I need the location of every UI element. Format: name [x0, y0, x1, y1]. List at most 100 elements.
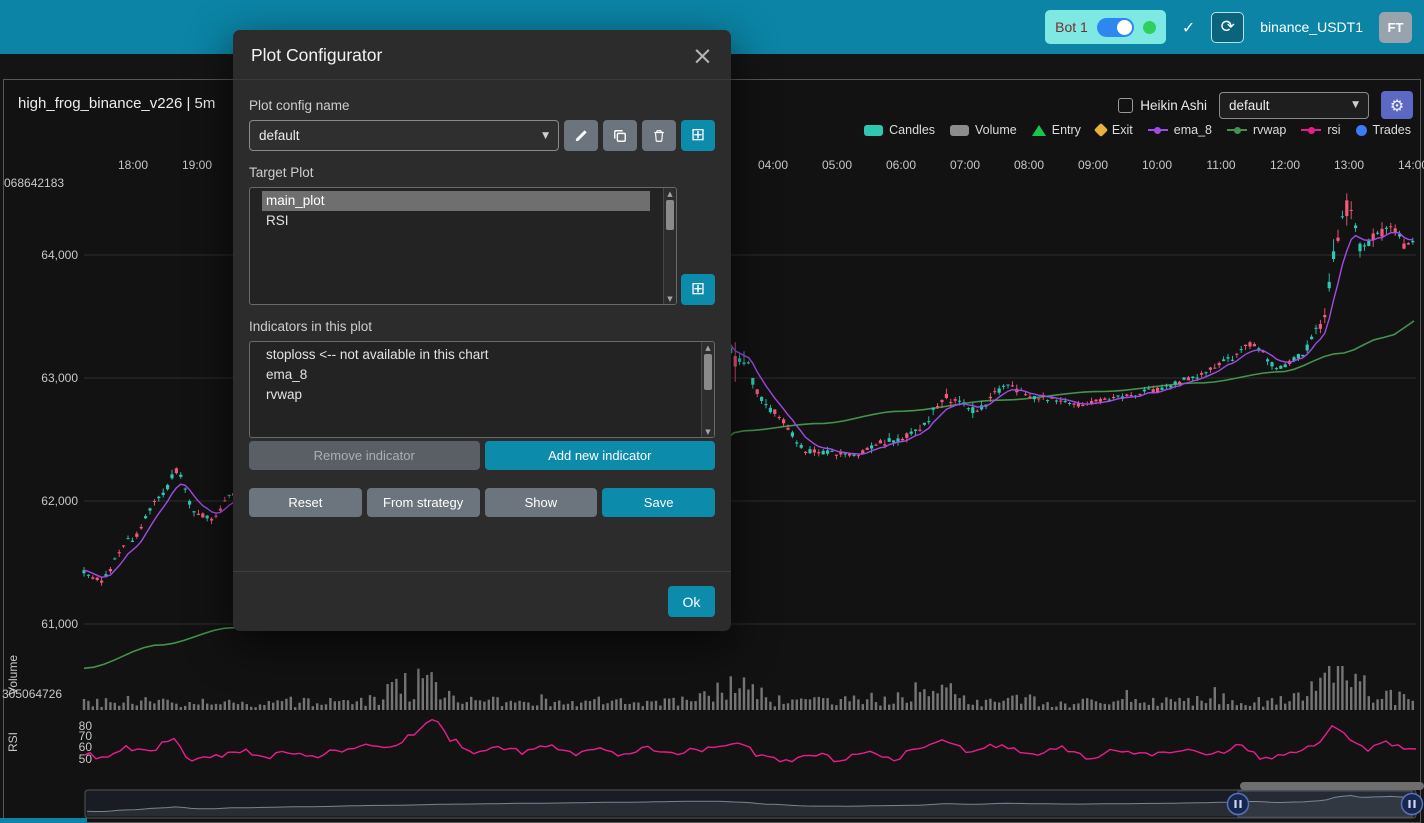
plot-settings-button[interactable]: ⚙ — [1381, 91, 1413, 119]
legend-circle-marker — [1356, 125, 1367, 136]
config-name-select[interactable]: default ▼ — [249, 120, 559, 151]
config-name-select-value: default — [259, 128, 300, 143]
dialog-header: Plot Configurator × — [233, 30, 731, 80]
bot-name: Bot 1 — [1055, 19, 1088, 35]
scrollbar-thumb[interactable] — [704, 354, 712, 390]
svg-text:05:00: 05:00 — [822, 158, 852, 172]
legend-rect-marker — [864, 125, 883, 136]
datazoom-right-handle[interactable] — [1401, 793, 1423, 815]
indicator-option[interactable]: stoploss <-- not available in this chart — [262, 345, 688, 365]
reload-button[interactable]: ⟳ — [1211, 12, 1244, 43]
legend-item-rvwap[interactable]: rvwap — [1227, 123, 1286, 137]
heikin-ashi-checkbox[interactable] — [1118, 98, 1133, 113]
target-plot-row: main_plotRSI ▲ ▼ ⊞ — [249, 187, 715, 305]
dialog-footer: Ok — [233, 571, 731, 631]
reload-icon: ⟳ — [1221, 17, 1235, 37]
svg-text:08:00: 08:00 — [1014, 158, 1044, 172]
rsi-line — [84, 720, 1416, 762]
bottom-accent-bar — [0, 818, 87, 823]
legend-triangle-marker — [1032, 125, 1046, 136]
legend-line-dot-marker — [1227, 125, 1247, 136]
legend-item-Candles[interactable]: Candles — [864, 123, 935, 137]
indicator-option[interactable]: rvwap — [262, 385, 688, 405]
svg-text:13:00: 13:00 — [1334, 158, 1364, 172]
legend-item-Trades[interactable]: Trades — [1356, 123, 1411, 137]
legend-item-Entry[interactable]: Entry — [1032, 123, 1081, 137]
legend-line-dot-marker — [1301, 125, 1321, 136]
add-plot-button[interactable]: ⊞ — [681, 274, 715, 305]
listbox-scrollbar[interactable]: ▲ ▼ — [663, 188, 676, 304]
close-icon[interactable]: × — [692, 46, 713, 66]
svg-text:RSI: RSI — [6, 732, 20, 752]
svg-text:09:00: 09:00 — [1078, 158, 1108, 172]
reset-button[interactable]: Reset — [249, 488, 362, 517]
plus-square-icon: ⊞ — [691, 127, 705, 144]
remove-indicator-button[interactable]: Remove indicator — [249, 441, 480, 470]
dialog-title: Plot Configurator — [251, 45, 382, 66]
legend-label: Trades — [1373, 123, 1411, 137]
legend-label: rvwap — [1253, 123, 1286, 137]
svg-text:18:00: 18:00 — [118, 158, 148, 172]
legend-item-ema_8[interactable]: ema_8 — [1148, 123, 1212, 137]
heikin-ashi-toggle[interactable]: Heikin Ashi — [1118, 98, 1207, 113]
gear-icon: ⚙ — [1390, 96, 1404, 115]
ok-button[interactable]: Ok — [668, 586, 715, 617]
scrollbar-thumb[interactable] — [666, 200, 674, 230]
legend-item-Exit[interactable]: Exit — [1096, 123, 1133, 137]
show-button[interactable]: Show — [485, 488, 598, 517]
heikin-ashi-label: Heikin Ashi — [1140, 98, 1207, 113]
plot-config-select-value: default — [1229, 98, 1270, 113]
listbox-scrollbar[interactable]: ▲ ▼ — [701, 342, 714, 437]
volume-series — [83, 666, 1414, 710]
legend-item-Volume[interactable]: Volume — [950, 123, 1017, 137]
plot-config-select[interactable]: default ▼ — [1219, 92, 1369, 119]
svg-text:06:00: 06:00 — [886, 158, 916, 172]
svg-text:14:00: 14:00 — [1398, 158, 1424, 172]
chart-legend: Candles Volume Entry Exit ema_8 rvwap rsi Trade… — [864, 123, 1411, 137]
indicators-listbox[interactable]: stoploss <-- not available in this chart… — [249, 341, 715, 438]
svg-text:Volume: Volume — [6, 655, 20, 695]
scroll-up-icon[interactable]: ▲ — [667, 188, 672, 199]
trash-icon — [652, 129, 666, 143]
legend-rect-marker — [950, 125, 969, 136]
legend-item-rsi[interactable]: rsi — [1301, 123, 1340, 137]
datazoom-slider[interactable] — [85, 790, 1416, 818]
target-plot-option[interactable]: main_plot — [262, 191, 650, 211]
legend-label: Candles — [889, 123, 935, 137]
svg-text:12:00: 12:00 — [1270, 158, 1300, 172]
save-button[interactable]: Save — [602, 488, 715, 517]
plot-config-name-label: Plot config name — [249, 98, 715, 113]
add-new-indicator-button[interactable]: Add new indicator — [485, 441, 716, 470]
legend-label: Entry — [1052, 123, 1081, 137]
target-plot-label: Target Plot — [249, 165, 715, 180]
indicator-option[interactable]: ema_8 — [262, 365, 688, 385]
target-plot-option[interactable]: RSI — [262, 211, 650, 231]
svg-text:61,000: 61,000 — [41, 617, 78, 631]
indicators-label: Indicators in this plot — [249, 319, 715, 334]
app-logo[interactable]: FT — [1379, 12, 1412, 43]
config-buttons-row: Reset From strategy Show Save — [249, 488, 715, 517]
bot-toggle[interactable] — [1097, 18, 1134, 37]
target-plot-listbox[interactable]: main_plotRSI ▲ ▼ — [249, 187, 677, 305]
datazoom-left-handle[interactable] — [1227, 793, 1249, 815]
legend-label: rsi — [1327, 123, 1340, 137]
chart-controls: Heikin Ashi default ▼ ⚙ — [1118, 91, 1413, 119]
svg-text:068642183: 068642183 — [4, 176, 64, 190]
legend-label: ema_8 — [1174, 123, 1212, 137]
scroll-down-icon[interactable]: ▼ — [705, 426, 710, 437]
from-strategy-button[interactable]: From strategy — [367, 488, 480, 517]
scroll-down-icon[interactable]: ▼ — [667, 293, 672, 304]
add-config-button[interactable]: ⊞ — [681, 120, 715, 151]
bot-selector[interactable]: Bot 1 — [1045, 10, 1166, 44]
scroll-up-icon[interactable]: ▲ — [705, 342, 710, 353]
target-plot-actions: ⊞ — [681, 187, 715, 305]
rename-config-button[interactable] — [564, 120, 598, 151]
duplicate-config-button[interactable] — [603, 120, 637, 151]
copy-icon — [613, 129, 627, 143]
plot-configurator-dialog: Plot Configurator × Plot config name def… — [233, 30, 731, 631]
delete-config-button[interactable] — [642, 120, 676, 151]
dialog-body: Plot config name default ▼ ⊞ Target Plot… — [233, 80, 731, 517]
svg-text:07:00: 07:00 — [950, 158, 980, 172]
toggle-knob — [1117, 20, 1132, 35]
horizontal-scrollbar-thumb[interactable] — [1240, 782, 1424, 790]
